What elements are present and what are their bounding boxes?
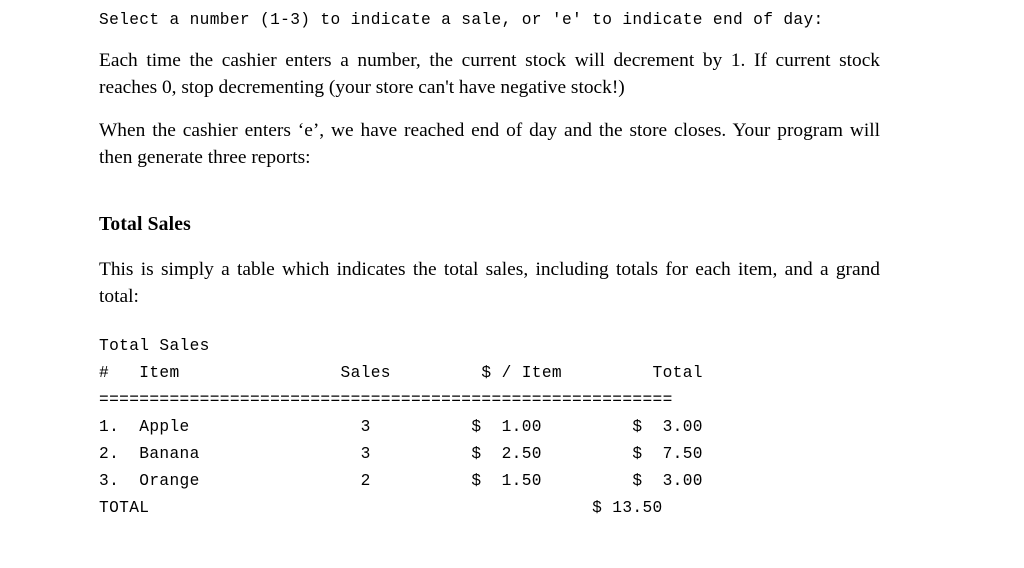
report-column-headers: # Item Sales $ / Item Total: [99, 364, 703, 382]
paragraph-end-of-day: When the cashier enters ‘e’, we have rea…: [99, 120, 880, 168]
report-separator-rule: ========================================…: [99, 391, 673, 409]
table-row: 2. Banana 3 $ 2.50 $ 7.50: [99, 445, 703, 463]
report-title: Total Sales: [99, 337, 210, 355]
paragraph-stock-decrement: Each time the cashier enters a number, t…: [99, 50, 880, 98]
table-row: 1. Apple 3 $ 1.00 $ 3.00: [99, 418, 703, 436]
document-content: Select a number (1-3) to indicate a sale…: [99, 0, 979, 522]
document-page: Select a number (1-3) to indicate a sale…: [0, 0, 1024, 568]
table-row: 3. Orange 2 $ 1.50 $ 3.00: [99, 472, 703, 490]
section-heading-total-sales: Total Sales: [99, 214, 191, 235]
total-sales-report-block: Total Sales # Item Sales $ / Item Total …: [99, 333, 979, 522]
paragraph-table-description: This is simply a table which indicates t…: [99, 259, 880, 307]
cashier-prompt-line: Select a number (1-3) to indicate a sale…: [99, 11, 824, 29]
report-grand-total-row: TOTAL $ 13.50: [99, 499, 663, 517]
